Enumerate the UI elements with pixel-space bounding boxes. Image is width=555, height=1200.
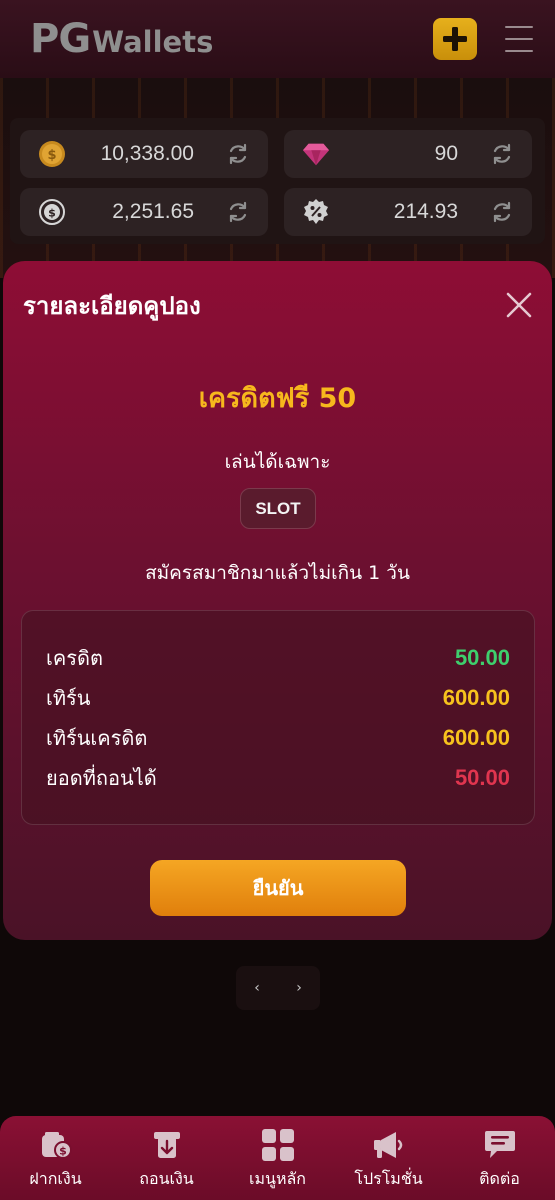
nav-item-promotion[interactable]: โปรโมชั่น — [335, 1116, 443, 1192]
refresh-icon[interactable] — [226, 200, 250, 224]
svg-text:$: $ — [47, 148, 56, 163]
detail-label: เทิร์น — [46, 686, 91, 710]
balance-card-coin: $ 10,338.00 — [20, 130, 268, 178]
carousel-pager: ‹ › — [236, 966, 320, 1010]
megaphone-icon — [372, 1128, 406, 1162]
hamburger-menu-icon[interactable] — [505, 26, 533, 52]
balance-value-cashback: 2,251.65 — [112, 200, 194, 223]
detail-row-credit: เครดิต 50.00 — [46, 643, 510, 673]
deposit-icon: $ — [39, 1128, 73, 1162]
nav-label: ฝากเงิน — [29, 1169, 82, 1188]
detail-value: 600.00 — [442, 725, 510, 750]
nav-label: ถอนเงิน — [139, 1169, 194, 1188]
detail-value: 50.00 — [454, 645, 510, 670]
balance-card-cashback: $ 2,251.65 — [20, 188, 268, 236]
add-button[interactable] — [433, 18, 477, 60]
detail-value: 600.00 — [442, 685, 510, 710]
cashback-icon: $ — [38, 198, 66, 226]
logo[interactable]: PG Wallets — [30, 16, 213, 62]
nav-item-main-menu[interactable]: เมนูหลัก — [224, 1116, 332, 1192]
confirm-button[interactable]: ยืนยัน — [150, 860, 406, 916]
percent-badge-icon — [302, 198, 330, 226]
modal-title: รายละเอียดคูปอง — [23, 292, 201, 320]
plus-icon — [443, 27, 467, 51]
detail-label: เทิร์นเครดิต — [46, 726, 148, 750]
detail-row-withdrawable: ยอดที่ถอนได้ 50.00 — [46, 763, 510, 793]
nav-item-withdraw[interactable]: ถอนเงิน — [113, 1116, 221, 1192]
refresh-icon[interactable] — [226, 142, 250, 166]
chevron-right-icon[interactable]: › — [296, 980, 302, 996]
detail-row-turnover-credit: เทิร์นเครดิต 600.00 — [46, 723, 510, 753]
coin-icon: $ — [38, 140, 66, 168]
nav-item-contact[interactable]: ติดต่อ — [446, 1116, 554, 1192]
nav-label: ติดต่อ — [479, 1169, 520, 1188]
detail-row-turnover: เทิร์น 600.00 — [46, 683, 510, 713]
game-type-tag: SLOT — [240, 488, 316, 529]
app-header: PG Wallets — [0, 0, 555, 78]
detail-label: ยอดที่ถอนได้ — [46, 766, 157, 790]
detail-value: 50.00 — [454, 765, 510, 790]
bottom-navigation: $ ฝากเงิน ถอนเงิน เมนูหลัก โปรโมชั่น ติด… — [0, 1116, 555, 1200]
balance-value-diamond: 90 — [434, 142, 458, 165]
balance-card-diamond: 90 — [284, 130, 532, 178]
detail-label: เครดิต — [46, 646, 103, 670]
refresh-icon[interactable] — [490, 200, 514, 224]
grid-menu-icon — [261, 1128, 295, 1162]
refresh-icon[interactable] — [490, 142, 514, 166]
logo-wallets-text: Wallets — [92, 25, 214, 59]
close-icon[interactable] — [505, 291, 533, 319]
nav-item-deposit[interactable]: $ ฝากเงิน — [2, 1116, 110, 1192]
svg-text:$: $ — [59, 1145, 67, 1158]
balance-card-commission: 214.93 — [284, 188, 532, 236]
diamond-icon — [302, 140, 330, 168]
coupon-detail-modal — [3, 261, 552, 940]
balance-value-coin: 10,338.00 — [100, 142, 194, 165]
chat-icon — [483, 1128, 517, 1162]
balance-value-commission: 214.93 — [393, 200, 458, 223]
nav-label: เมนูหลัก — [249, 1169, 306, 1188]
withdraw-icon — [150, 1128, 184, 1162]
nav-label: โปรโมชั่น — [354, 1169, 423, 1188]
chevron-left-icon[interactable]: ‹ — [254, 980, 260, 996]
balance-panel: $ 10,338.00 90 $ 2,251.65 214.93 — [10, 118, 545, 244]
playable-label: เล่นได้เฉพาะ — [224, 451, 331, 473]
logo-pg-text: PG — [30, 16, 91, 62]
svg-text:$: $ — [48, 207, 56, 220]
coupon-condition: สมัครสมาชิกมาแล้วไม่เกิน 1 วัน — [145, 562, 410, 584]
coupon-name: เครดิตฟรี 50 — [198, 383, 357, 414]
